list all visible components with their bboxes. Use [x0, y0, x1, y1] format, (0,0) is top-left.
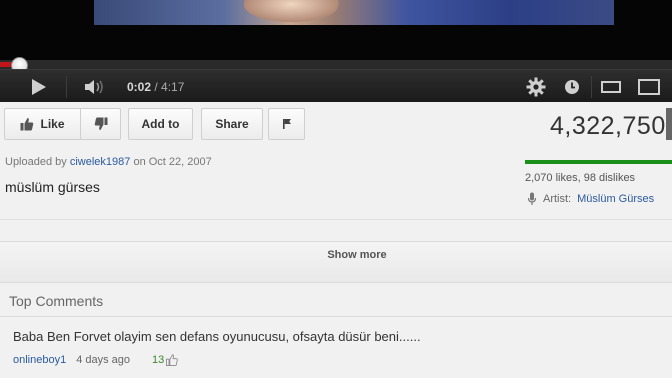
view-count: 4,322,750 — [550, 112, 666, 140]
video-frame-detail — [244, 0, 339, 22]
controls-divider — [591, 76, 592, 98]
uploaded-prefix: Uploaded by — [5, 156, 67, 168]
settings-button[interactable] — [522, 70, 550, 103]
dislike-button[interactable] — [80, 108, 121, 140]
play-icon — [32, 78, 46, 95]
large-player-button[interactable] — [634, 70, 664, 103]
large-player-icon — [638, 78, 660, 95]
comment-meta: onlineboy1 4 days ago 13 — [13, 354, 179, 366]
comment-text: Baba Ben Forvet olayim sen defans oyunuc… — [13, 329, 421, 344]
show-more-button[interactable]: Show more — [0, 249, 672, 261]
upload-info: Uploaded by ciwelek1987 on Oct 22, 2007 — [5, 156, 212, 168]
comment-votes: 13 — [152, 354, 179, 366]
volume-icon — [85, 79, 103, 94]
flag-button[interactable] — [268, 108, 305, 140]
thumbs-up-icon[interactable] — [166, 354, 179, 366]
share-button[interactable]: Share — [201, 108, 263, 140]
view-count-edge — [666, 108, 672, 140]
video-frame — [94, 0, 614, 25]
comment-author-link[interactable]: onlineboy1 — [13, 354, 66, 366]
watch-later-button[interactable] — [560, 70, 584, 103]
likes-dislikes: 2,070 likes, 98 dislikes — [525, 172, 636, 184]
show-more-strip[interactable] — [0, 241, 672, 283]
comments-header: Top Comments — [9, 293, 104, 309]
small-player-button[interactable] — [598, 70, 624, 103]
like-button[interactable]: Like — [4, 108, 81, 140]
add-to-label: Add to — [141, 117, 180, 131]
artist-link[interactable]: Müslüm Gürses — [577, 193, 654, 205]
comment-vote-count: 13 — [152, 354, 165, 366]
section-divider — [0, 219, 672, 220]
small-player-icon — [601, 80, 621, 93]
video-viewport[interactable] — [0, 0, 672, 60]
controls-divider — [66, 76, 67, 98]
like-label: Like — [40, 117, 65, 131]
microphone-icon — [527, 192, 537, 205]
time-display: 0:02 / 4:17 — [127, 70, 184, 103]
thumbs-up-icon — [20, 118, 34, 131]
time-separator: / — [151, 79, 162, 94]
comment-age: 4 days ago — [76, 354, 131, 366]
comments-divider — [0, 316, 672, 317]
add-to-button[interactable]: Add to — [128, 108, 193, 140]
artist-row: Artist: Müslüm Gürses — [527, 192, 654, 206]
thumbs-down-icon — [94, 117, 107, 130]
current-time: 0:02 — [127, 79, 152, 94]
volume-button[interactable] — [80, 70, 110, 103]
upload-date: on Oct 22, 2007 — [133, 156, 212, 168]
gear-icon — [526, 77, 546, 96]
video-description-title: müslüm gürses — [5, 179, 100, 195]
duration: 4:17 — [161, 79, 185, 94]
progress-bar[interactable] — [0, 57, 672, 74]
play-button[interactable] — [22, 70, 56, 103]
uploader-link[interactable]: ciwelek1987 — [70, 156, 131, 168]
artist-label: Artist: — [543, 193, 572, 205]
like-ratio-bar — [525, 160, 672, 164]
player-controls: 0:02 / 4:17 — [0, 69, 672, 102]
flag-icon — [282, 119, 291, 129]
share-label: Share — [215, 117, 249, 131]
clock-icon — [565, 79, 579, 94]
